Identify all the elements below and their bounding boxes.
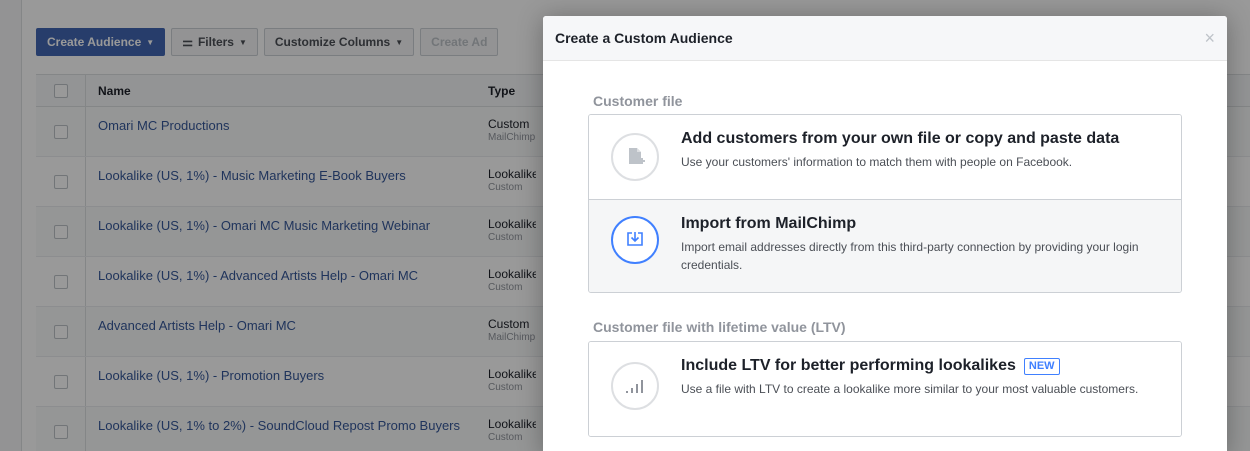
option-title: Import from MailChimp [681, 215, 857, 232]
option-import-mailchimp[interactable]: Import from MailChimp Import email addre… [589, 199, 1181, 292]
section-title-ltv: Customer file with lifetime value (LTV) [593, 319, 846, 335]
option-title: Add customers from your own file or copy… [681, 130, 1120, 147]
section-title-customer-file: Customer file [593, 93, 683, 109]
dialog-title: Create a Custom Audience [555, 30, 733, 46]
ltv-options: Include LTV for better performing lookal… [588, 341, 1182, 437]
option-description: Import email addresses directly from thi… [681, 240, 1139, 272]
close-icon[interactable]: × [1204, 29, 1215, 47]
option-add-customers-file[interactable]: Add customers from your own file or copy… [589, 115, 1181, 199]
bar-chart-icon [611, 362, 659, 410]
file-add-icon [611, 133, 659, 181]
customer-file-options: Add customers from your own file or copy… [588, 114, 1182, 293]
option-title: Include LTV for better performing lookal… [681, 356, 1151, 376]
option-text: Include LTV for better performing lookal… [681, 356, 1151, 398]
new-badge: NEW [1023, 357, 1060, 375]
import-arrow-icon [611, 216, 659, 264]
option-include-ltv[interactable]: Include LTV for better performing lookal… [589, 342, 1181, 436]
dialog-header: Create a Custom Audience × [543, 16, 1227, 61]
create-custom-audience-dialog: Create a Custom Audience × Customer file… [543, 16, 1227, 451]
option-text: Add customers from your own file or copy… [681, 129, 1151, 171]
option-description: Use your customers' information to match… [681, 155, 1073, 169]
option-title-text: Include LTV for better performing lookal… [681, 357, 1016, 374]
option-text: Import from MailChimp Import email addre… [681, 214, 1151, 274]
option-description: Use a file with LTV to create a lookalik… [681, 382, 1139, 396]
